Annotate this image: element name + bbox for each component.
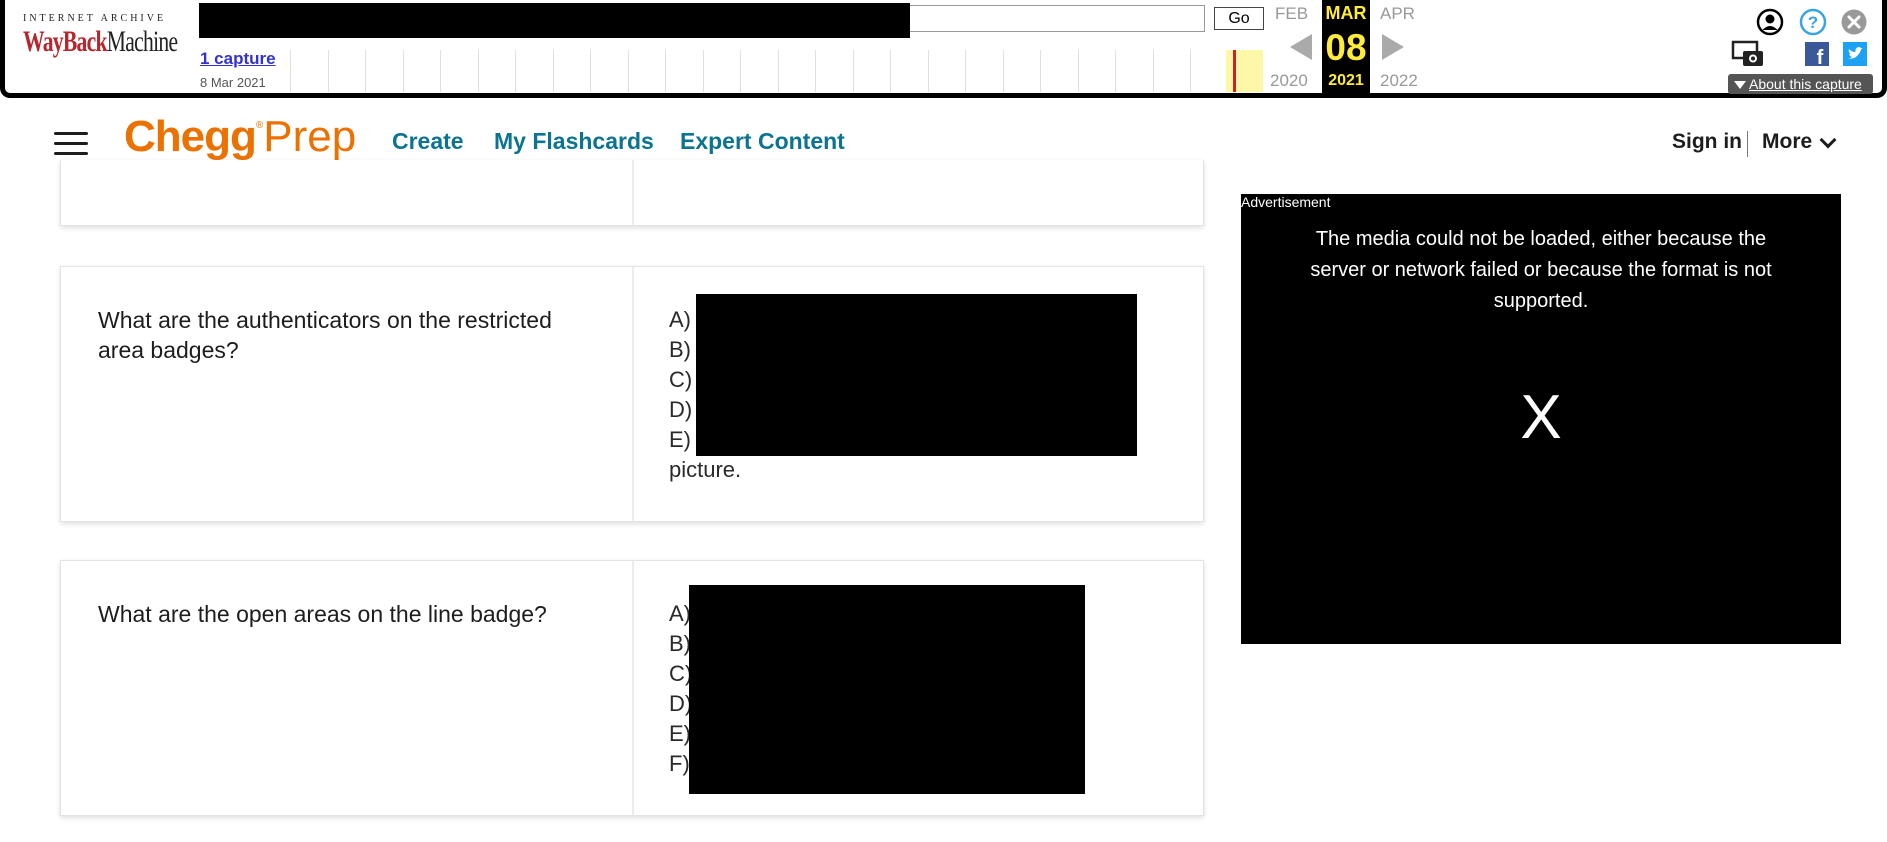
nav-my-flashcards[interactable]: My Flashcards (494, 128, 654, 155)
about-capture-label: About this capture (1749, 76, 1862, 92)
wayback-machine-wordmark: WayBackMachine (23, 25, 178, 58)
header-divider (1747, 131, 1748, 157)
advertisement-label: Advertisement (1241, 194, 1331, 210)
wayback-logo[interactable]: INTERNET ARCHIVE WayBackMachine (23, 13, 183, 57)
captures-link[interactable]: 1 capture (200, 49, 276, 69)
svg-text:f: f (1817, 47, 1824, 66)
chegg-prep-logo[interactable]: Chegg®Prep (124, 112, 356, 162)
close-icon[interactable] (1840, 8, 1868, 36)
prev-capture-arrow-icon[interactable] (1290, 34, 1312, 60)
card-question: What are the open areas on the line badg… (98, 601, 547, 627)
capture-marker[interactable] (1233, 50, 1236, 92)
nav-expert-content[interactable]: Expert Content (680, 128, 845, 155)
twitter-icon[interactable] (1843, 42, 1867, 66)
current-year: 2021 (1328, 72, 1364, 89)
prev-year[interactable]: 2020 (1270, 71, 1308, 91)
redacted-url (199, 3, 910, 38)
card-divider (632, 267, 634, 521)
sign-in-link[interactable]: Sign in (1672, 130, 1742, 154)
next-month[interactable]: APR (1380, 4, 1415, 24)
flashcard: What are the authenticators on the restr… (60, 266, 1204, 522)
answer-line: picture. (669, 457, 742, 482)
media-error-message: The media could not be loaded, either be… (1310, 228, 1772, 312)
next-year[interactable]: 2022 (1380, 71, 1418, 91)
more-menu-button[interactable]: More (1762, 130, 1812, 154)
triangle-down-icon (1734, 81, 1746, 90)
nav-create[interactable]: Create (392, 128, 464, 155)
current-month: MAR (1325, 3, 1367, 23)
user-icon[interactable] (1756, 8, 1784, 36)
current-year-highlight (1226, 50, 1263, 92)
redacted-answer (689, 585, 1085, 794)
facebook-icon[interactable]: f (1805, 42, 1829, 66)
redacted-answer (696, 294, 1137, 456)
next-capture-arrow-icon[interactable] (1382, 34, 1404, 60)
flashcard-partial (60, 160, 1204, 226)
about-capture-button[interactable]: About this capture (1728, 74, 1873, 94)
advertisement-panel[interactable]: Advertisement The media could not be loa… (1241, 194, 1841, 644)
card-divider (632, 561, 634, 815)
go-button[interactable]: Go (1214, 7, 1264, 30)
capture-sparkline[interactable] (288, 50, 1263, 92)
prev-month[interactable]: FEB (1275, 4, 1308, 24)
svg-text:?: ? (1808, 13, 1818, 32)
internet-archive-label: INTERNET ARCHIVE (23, 13, 167, 24)
media-error-x-icon: X (1520, 383, 1562, 452)
flashcard: What are the open areas on the line badg… (60, 560, 1204, 816)
help-icon[interactable]: ? (1799, 8, 1827, 36)
capture-date: 8 Mar 2021 (200, 75, 266, 90)
current-day: 08 (1325, 27, 1367, 68)
card-question: What are the authenticators on the restr… (98, 307, 552, 363)
screenshot-icon[interactable] (1731, 39, 1767, 69)
hamburger-menu-icon[interactable] (54, 132, 88, 156)
